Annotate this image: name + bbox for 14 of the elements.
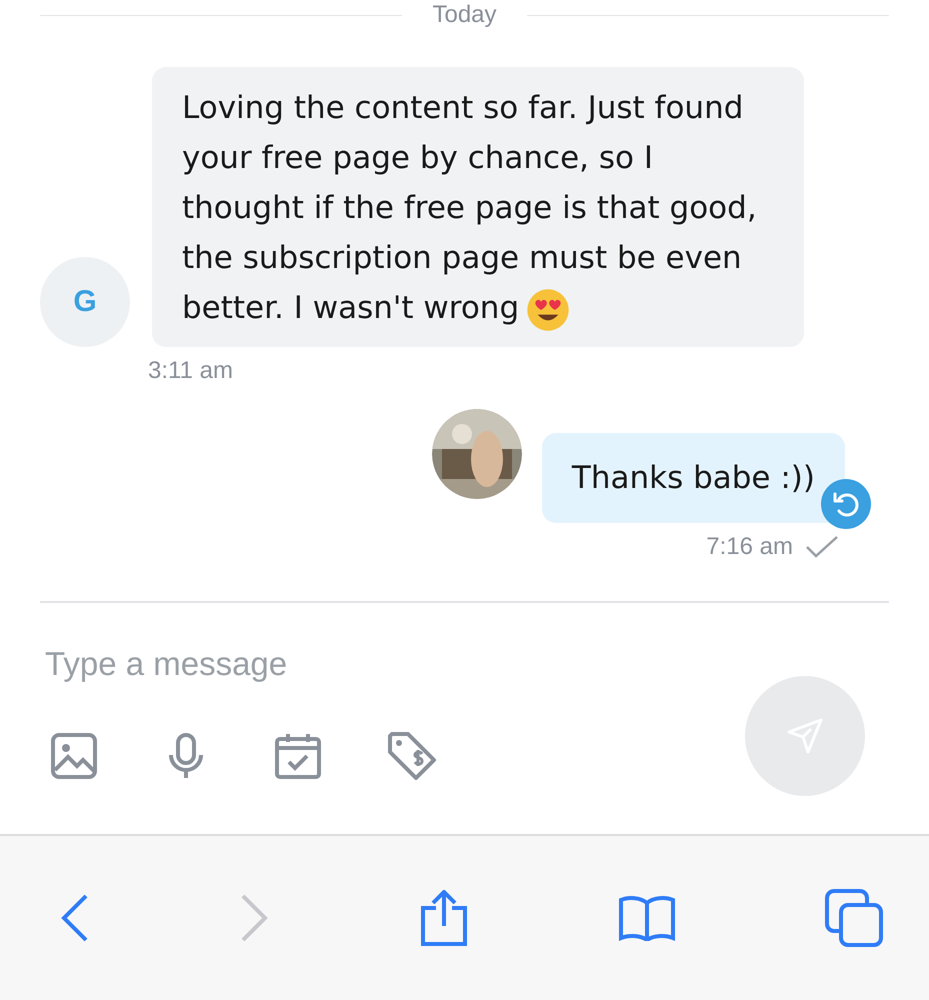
share-icon[interactable]	[418, 890, 468, 946]
avatar[interactable]: G	[40, 257, 130, 347]
message-time: 3:11 am	[148, 357, 234, 385]
message-time: 7:16 am	[706, 533, 793, 561]
image-icon[interactable]	[50, 732, 98, 780]
book-icon[interactable]	[618, 895, 676, 941]
message-bubble: Loving the content so far. Just found your free page by chance, so I thought if the free page is that good, the subscription page must be even better. I wasn't wrong	[152, 67, 804, 347]
date-divider: Today	[432, 1, 497, 29]
tabs-icon[interactable]	[825, 889, 885, 947]
price-tag-icon[interactable]	[386, 730, 438, 782]
undo-icon[interactable]	[821, 479, 871, 529]
message-input[interactable]: Type a message	[45, 641, 889, 687]
back-icon[interactable]	[60, 893, 90, 943]
calendar-check-icon[interactable]	[274, 732, 322, 780]
